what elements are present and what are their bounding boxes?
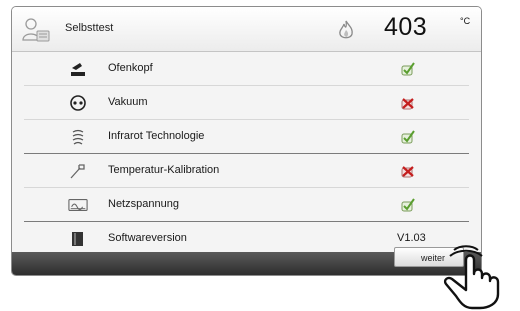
test-row-infrarot: Infrarot Technologie [24, 120, 469, 154]
furnace-head-icon [71, 63, 85, 76]
error-x-icon [401, 166, 414, 178]
calibration-probe-icon [70, 164, 85, 179]
test-label: Ofenkopf [108, 62, 153, 74]
test-label: Softwareversion [108, 232, 187, 244]
software-chip-icon [72, 232, 83, 246]
software-version-value: V1.03 [397, 232, 426, 244]
voltage-icon [68, 199, 88, 211]
test-label: Infrarot Technologie [108, 130, 205, 142]
test-label: Netzspannung [108, 198, 179, 210]
selftest-list: Ofenkopf Vakuum Infrarot Technologie Tem… [12, 52, 481, 255]
test-row-temperatur-kalibration: Temperatur-Kalibration [24, 154, 469, 188]
flame-icon [339, 20, 353, 39]
checkmark-icon [401, 198, 415, 212]
test-row-ofenkopf: Ofenkopf [24, 52, 469, 86]
pointing-hand-icon [443, 245, 500, 310]
test-row-netzspannung: Netzspannung [24, 188, 469, 222]
vacuum-icon [70, 95, 86, 111]
infrared-icon [72, 129, 84, 145]
checkmark-icon [401, 62, 415, 76]
page-title: Selbsttest [65, 22, 114, 34]
user-icon [22, 18, 50, 42]
test-row-vakuum: Vakuum [24, 86, 469, 120]
test-label: Vakuum [108, 96, 148, 108]
device-screen: Selbsttest 403 °C Ofenkopf Vakuum Infrar… [11, 6, 482, 276]
test-label: Temperatur-Kalibration [108, 164, 220, 176]
checkmark-icon [401, 130, 415, 144]
temperature-readout: 403 [384, 13, 428, 41]
header-bar: Selbsttest 403 °C [12, 7, 481, 52]
temperature-unit: °C [460, 16, 471, 26]
error-x-icon [401, 98, 414, 110]
